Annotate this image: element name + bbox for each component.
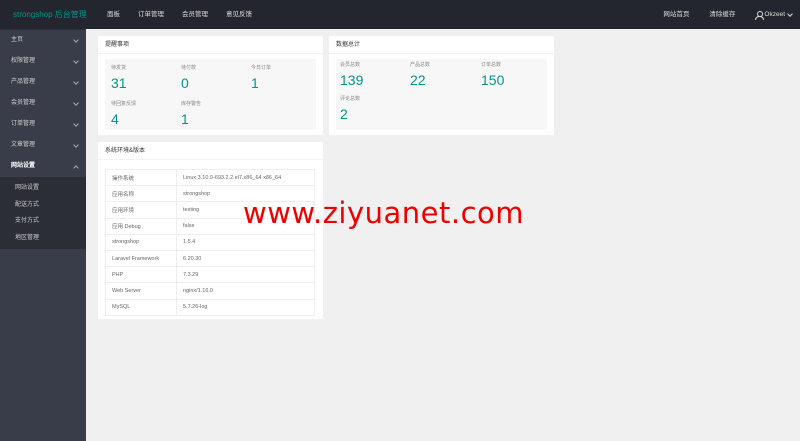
stat-value: 2 [340, 106, 348, 122]
stat-value: 4 [111, 111, 119, 127]
table-row: 操作系统 Linux 3.10.0-693.2.2.el7.x86_64 x86_… [105, 168, 315, 187]
chevron-up-icon [73, 165, 79, 171]
chevron-down-icon [73, 121, 79, 127]
stat-label: 会员总数 [340, 62, 361, 68]
sidebar: 主页 权限管理 产品管理 会员管理 订单管理 文章管理 网站设置 网站设置 配送… [0, 29, 86, 441]
env-key: 操作系统 [105, 168, 177, 187]
system-env-card: 系统环境&版本 操作系统 Linux 3.10.0-693.2.2.el7.x86… [98, 142, 323, 319]
stat-label: 今日订单 [251, 65, 272, 71]
sidebar-item-label: 会员管理 [11, 100, 36, 106]
chevron-down-icon [73, 58, 79, 64]
env-value: 7.3.29 [176, 266, 315, 284]
table-row: Laravel Framework 6.20.30 [105, 249, 315, 268]
env-value: nginx/1.16.0 [176, 282, 315, 300]
user-name: Okzeet [764, 11, 785, 18]
sidebar-item-label: 文章管理 [11, 142, 36, 148]
env-key: PHP [105, 266, 177, 284]
topnav-dashboard[interactable]: 面板 [100, 0, 127, 29]
stat-stock-warning[interactable]: 库存警告 1 [181, 100, 201, 127]
table-row: strongshop 1.5.4 [105, 233, 315, 251]
sidebar-item-label: 产品管理 [11, 79, 36, 85]
stat-value: 1 [251, 75, 259, 91]
table-row: Web Server nginx/1.16.0 [105, 282, 315, 300]
stat-pending-payment[interactable]: 待付款 0 [181, 64, 196, 91]
reminders-panel: 待发货 31 待付款 0 今日订单 1 待回复反馈 4 库存警告 1 [105, 59, 316, 130]
sidebar-item-members[interactable]: 会员管理 [0, 93, 86, 114]
sidebar-item-orders[interactable]: 订单管理 [0, 114, 86, 135]
stat-today-orders[interactable]: 今日订单 1 [251, 64, 271, 91]
sidebar-item-articles[interactable]: 文章管理 [0, 135, 86, 156]
stat-orders-total[interactable]: 订单总数 150 [481, 61, 504, 88]
chevron-down-icon [787, 10, 793, 17]
env-key: MySQL [105, 298, 177, 316]
table-row: PHP 7.3.29 [105, 266, 315, 284]
topnav-members[interactable]: 会员管理 [175, 0, 215, 29]
sidebar-item-label: 网站设置 [11, 163, 36, 169]
card-title: 系统环境&版本 [98, 142, 323, 160]
env-value: 6.20.30 [176, 249, 315, 268]
stat-reviews-total[interactable]: 评论总数 2 [340, 95, 360, 122]
sidebar-item-label: 订单管理 [11, 121, 36, 127]
stat-label: 待回复反馈 [111, 101, 137, 107]
env-value: 5.7.26-log [176, 298, 315, 316]
stat-label: 待发货 [111, 65, 127, 71]
env-key: 应用 Debug [105, 217, 177, 235]
chevron-down-icon [73, 100, 79, 106]
env-key: strongshop [105, 233, 177, 251]
submenu-shipping[interactable]: 配送方式 [0, 197, 86, 214]
card-title: 数据总计 [329, 36, 554, 54]
user-icon [755, 10, 765, 20]
submenu-regions[interactable]: 地区管理 [0, 230, 86, 247]
sidebar-submenu: 网站设置 配送方式 支付方式 地区管理 [0, 177, 86, 249]
submenu-payment[interactable]: 支付方式 [0, 213, 86, 230]
stat-value: 31 [111, 75, 127, 91]
sidebar-item-site-settings[interactable]: 网站设置 [0, 156, 86, 177]
summary-panel: 会员总数 139 产品总数 22 订单总数 150 评论总数 2 [336, 59, 547, 130]
stat-value: 150 [481, 72, 505, 88]
stat-value: 0 [181, 75, 189, 91]
sidebar-item-label: 权限管理 [11, 58, 36, 64]
stat-feedback-pending[interactable]: 待回复反馈 4 [111, 100, 136, 127]
watermark: www.ziyuanet.com [243, 196, 525, 230]
sidebar-item-products[interactable]: 产品管理 [0, 72, 86, 93]
site-home-link[interactable]: 网站首页 [663, 0, 689, 29]
env-key: Web Server [105, 282, 177, 300]
sidebar-item-label: 主页 [11, 37, 24, 43]
stat-value: 139 [340, 72, 364, 88]
env-value: Linux 3.10.0-693.2.2.el7.x86_64 x86_64 [176, 168, 315, 187]
stat-value: 1 [181, 111, 189, 127]
user-menu[interactable]: Okzeet [755, 0, 793, 29]
env-table: 操作系统 Linux 3.10.0-693.2.2.el7.x86_64 x86_… [105, 168, 315, 316]
stat-label: 待付款 [181, 65, 197, 71]
chevron-down-icon [73, 37, 79, 43]
submenu-site-settings[interactable]: 网站设置 [0, 180, 86, 197]
sidebar-item-permissions[interactable]: 权限管理 [0, 51, 86, 72]
stat-value: 22 [410, 72, 426, 88]
clear-cache-link[interactable]: 清除缓存 [709, 0, 735, 29]
stat-label: 产品总数 [410, 62, 431, 68]
topnav-orders[interactable]: 订单管理 [131, 0, 171, 29]
summary-card: 数据总计 会员总数 139 产品总数 22 订单总数 150 评论总数 2 [329, 36, 554, 135]
env-key: 应用环境 [105, 201, 177, 219]
reminders-card: 提醒事项 待发货 31 待付款 0 今日订单 1 待回复反馈 4 库存警告 1 [98, 36, 323, 135]
brand-title[interactable]: strongshop 后台管理 [13, 0, 87, 29]
top-nav: 面板 订单管理 会员管理 意见反馈 [100, 0, 263, 29]
top-bar: strongshop 后台管理 面板 订单管理 会员管理 意见反馈 网站首页 清… [0, 0, 800, 29]
stat-pending-shipment[interactable]: 待发货 31 [111, 64, 127, 91]
env-value: 1.5.4 [176, 233, 315, 251]
env-key: Laravel Framework [105, 249, 177, 268]
topnav-feedback[interactable]: 意见反馈 [219, 0, 259, 29]
stat-label: 评论总数 [340, 96, 361, 102]
chevron-down-icon [73, 142, 79, 148]
stat-label: 库存警告 [181, 101, 202, 107]
chevron-down-icon [73, 79, 79, 85]
stat-label: 订单总数 [481, 62, 502, 68]
card-title: 提醒事项 [98, 36, 323, 54]
env-key: 应用名称 [105, 185, 177, 203]
stat-products-total[interactable]: 产品总数 22 [410, 61, 430, 88]
table-row: MySQL 5.7.26-log [105, 298, 315, 316]
stat-members-total[interactable]: 会员总数 139 [340, 61, 363, 88]
sidebar-item-home[interactable]: 主页 [0, 30, 86, 51]
top-right-nav: 网站首页 清除缓存 Okzeet [643, 0, 793, 29]
